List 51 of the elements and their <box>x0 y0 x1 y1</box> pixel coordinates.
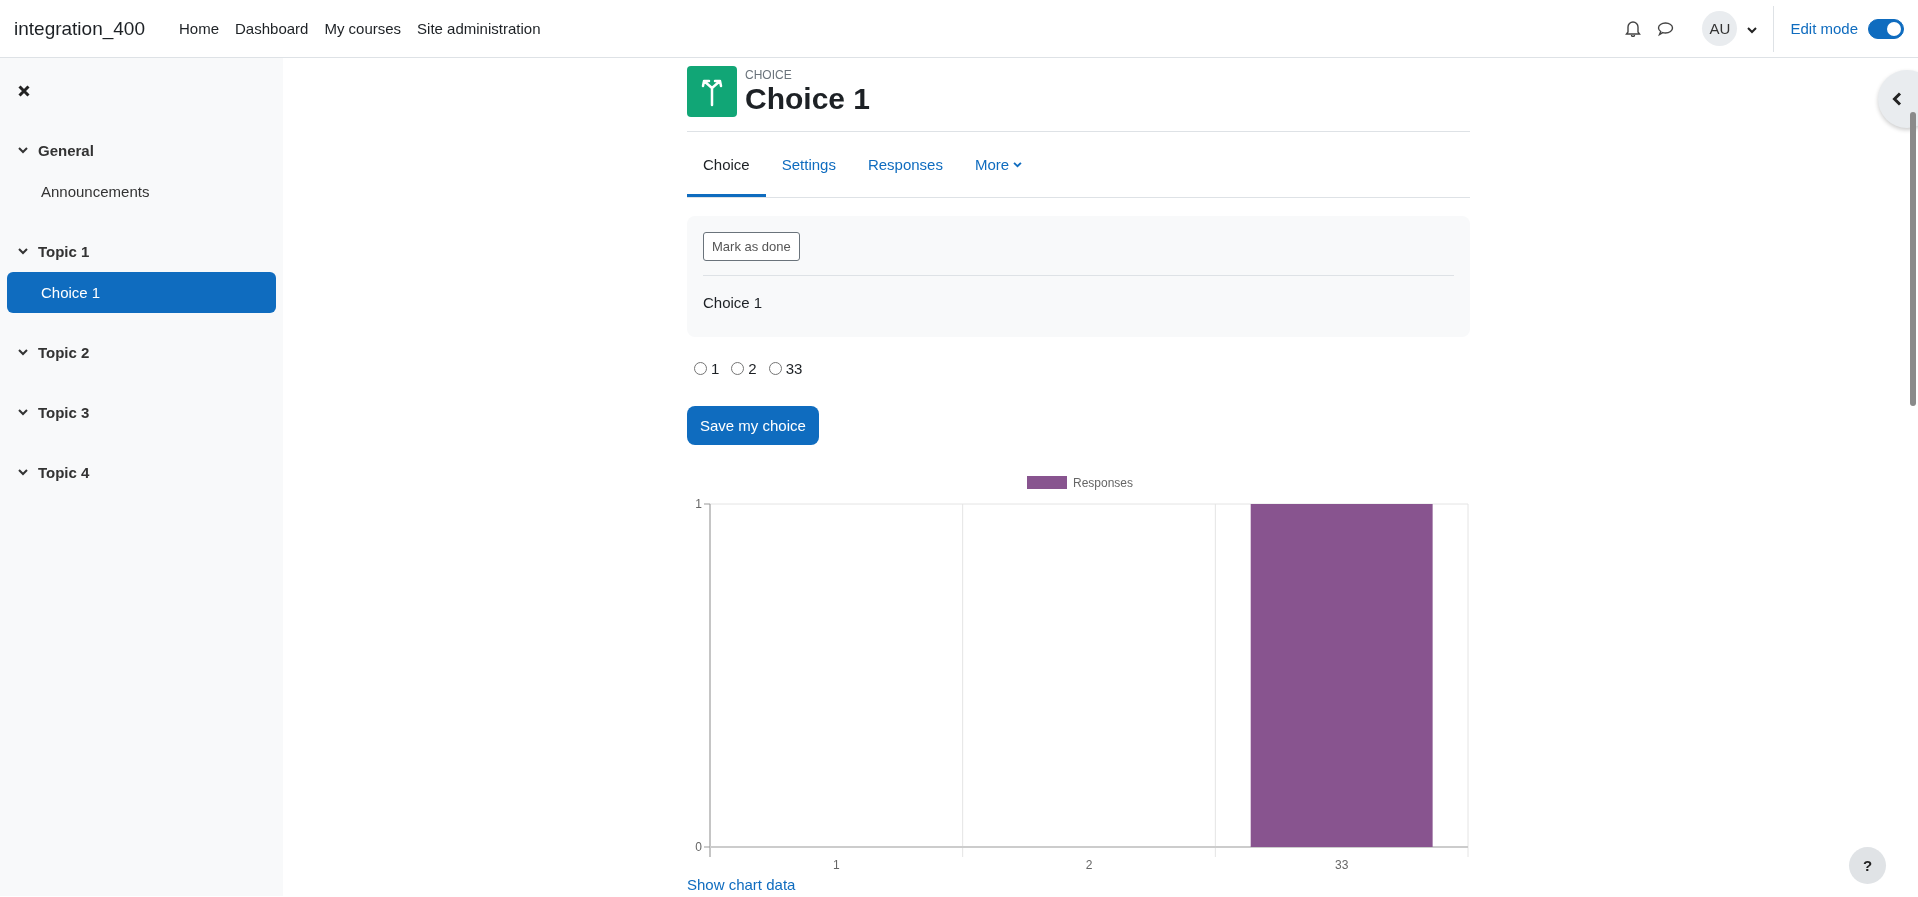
user-avatar[interactable]: AU <box>1702 11 1738 46</box>
caret-icon <box>1013 161 1023 168</box>
close-icon[interactable] <box>18 85 30 97</box>
mark-as-done-button[interactable]: Mark as done <box>703 232 800 261</box>
description-text: Choice 1 <box>703 294 764 311</box>
legend-label: Responses <box>1073 476 1134 490</box>
option-label: 33 <box>785 360 803 377</box>
chat-bubble-icon[interactable] <box>1657 20 1675 37</box>
section-item[interactable]: Topic 4 <box>7 452 276 493</box>
chevron-icon <box>18 409 28 416</box>
signpost-icon <box>687 66 737 117</box>
option-radio[interactable] <box>768 362 782 375</box>
nav-link[interactable]: My courses <box>324 20 402 37</box>
site-name[interactable]: integration_400 <box>14 17 145 40</box>
page-title: Choice 1 <box>745 82 871 115</box>
show-chart-data-link[interactable]: Show chart data <box>687 876 796 893</box>
section-item[interactable]: Topic 1 <box>7 231 276 272</box>
bell-icon[interactable] <box>1625 20 1642 37</box>
option-radio[interactable] <box>731 362 745 375</box>
y-tick-label: 0 <box>695 840 702 854</box>
nav-link[interactable]: Dashboard <box>235 20 309 37</box>
tab[interactable]: More <box>958 133 1039 197</box>
section-item[interactable]: General <box>7 130 276 171</box>
chevron-icon <box>18 349 28 356</box>
option-label: 2 <box>748 360 757 377</box>
section-item[interactable]: Topic 2 <box>7 332 276 373</box>
chevron-icon <box>18 469 28 476</box>
scrollbar-thumb[interactable] <box>1910 112 1916 406</box>
nav-link[interactable]: Home <box>179 20 219 37</box>
x-tick-label: 2 <box>1085 858 1093 872</box>
option-radio[interactable] <box>694 362 707 375</box>
activity-type-label: CHOICE <box>745 68 793 82</box>
x-tick-label: 33 <box>1335 858 1349 872</box>
tab[interactable]: Responses <box>851 133 959 197</box>
tab[interactable]: Choice <box>687 133 766 197</box>
activity-item[interactable]: Announcements <box>7 171 276 212</box>
y-tick-label: 1 <box>695 497 702 511</box>
caret-icon <box>1747 26 1758 34</box>
section-item[interactable]: Topic 3 <box>7 392 276 433</box>
chevron-icon <box>18 248 28 255</box>
chevron-icon <box>18 147 28 154</box>
save-choice-button[interactable]: Save my choice <box>687 406 819 445</box>
edit-mode-label: Edit mode <box>1790 20 1858 37</box>
nav-link[interactable]: Site administration <box>417 20 541 37</box>
tab[interactable]: Settings <box>765 133 852 197</box>
option-label: 1 <box>711 360 720 377</box>
activity-item[interactable]: Choice 1 <box>7 272 276 313</box>
chevron-left-icon <box>1892 92 1902 106</box>
help-button[interactable]: ? <box>1849 847 1886 884</box>
x-tick-label: 1 <box>833 858 840 872</box>
edit-mode-toggle[interactable] <box>1868 18 1904 39</box>
